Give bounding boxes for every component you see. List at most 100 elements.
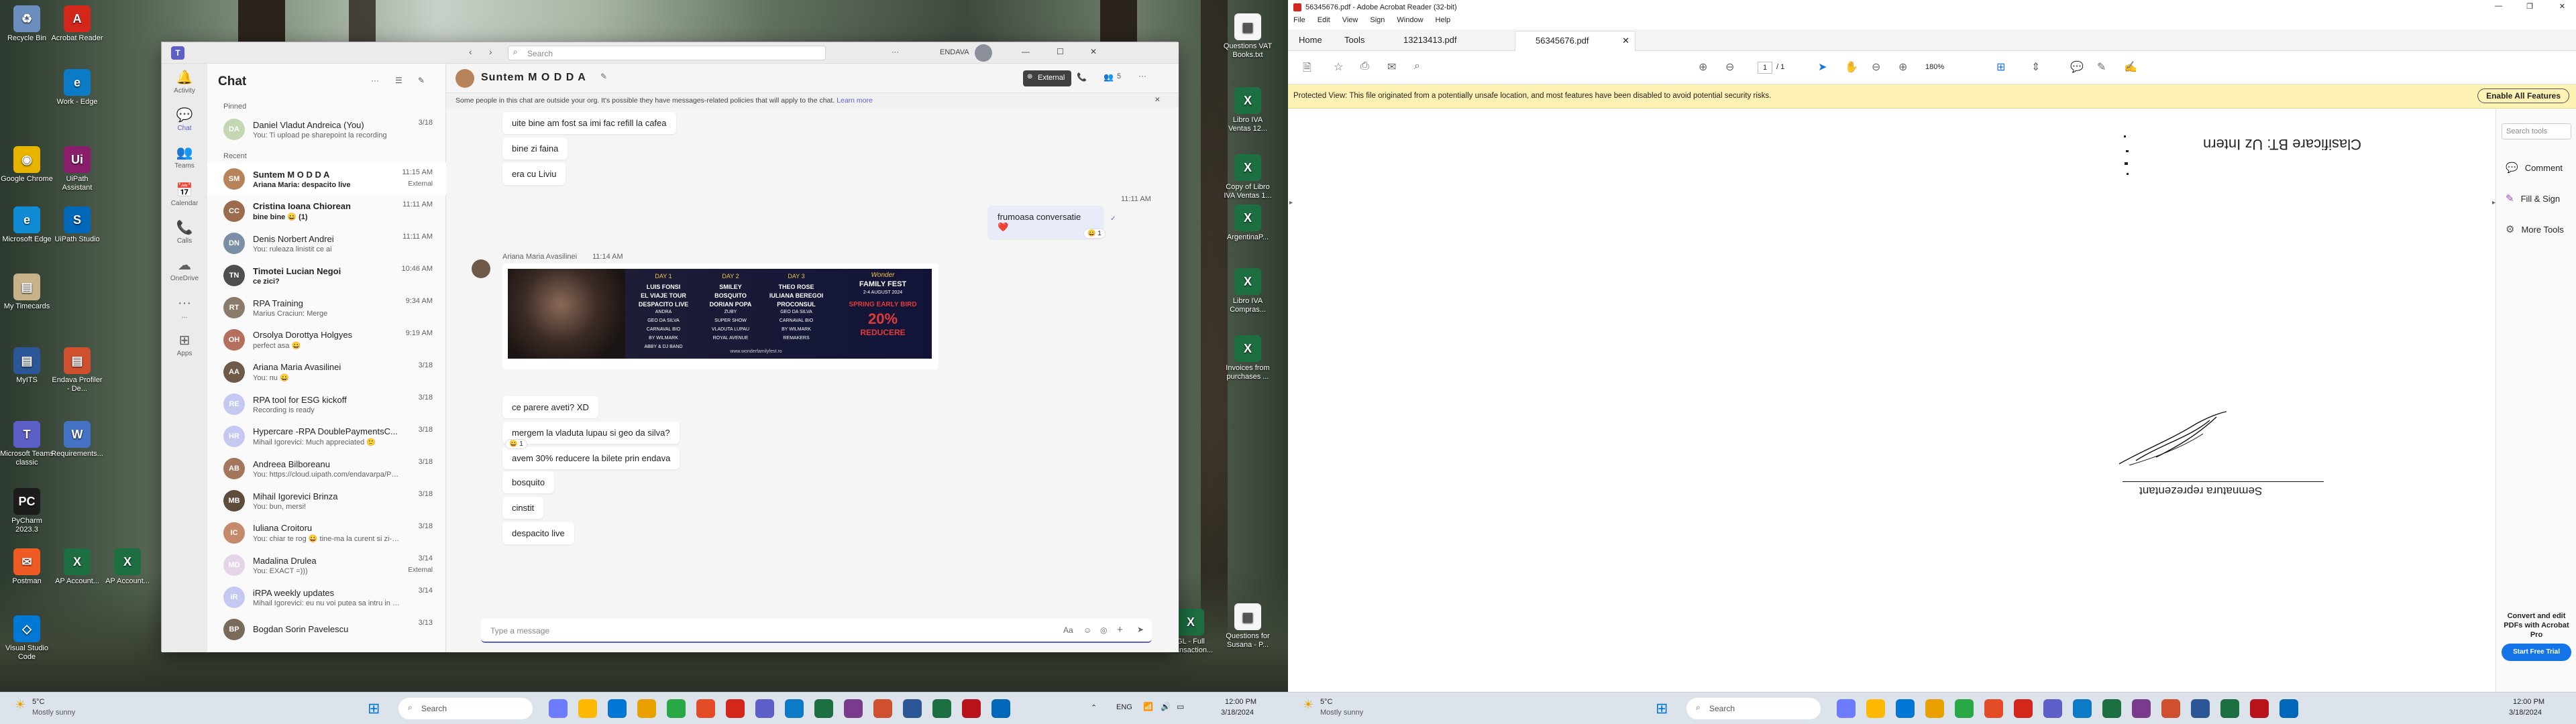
desktop-icon[interactable]: e Microsoft Edge bbox=[0, 206, 54, 244]
page-down-icon[interactable]: ⊖ bbox=[1725, 60, 1734, 74]
taskbar-search[interactable]: Search bbox=[398, 698, 533, 719]
chat-list-item[interactable]: SM Suntem M O D D A Ariana Maria: despacit… bbox=[207, 163, 446, 195]
filter-icon[interactable]: ☰ bbox=[395, 76, 402, 85]
edge-icon[interactable] bbox=[1896, 699, 1915, 718]
tab-document-2[interactable]: 56345676.pdf ✕ bbox=[1515, 31, 1635, 51]
recent-section-label[interactable]: Recent bbox=[223, 152, 247, 160]
close-icon[interactable]: ✕ bbox=[2559, 2, 2565, 11]
weather-desc[interactable]: Mostly sunny bbox=[1320, 709, 1363, 717]
menu-sign[interactable]: Sign bbox=[1370, 16, 1385, 24]
print-icon[interactable]: ⎙ bbox=[1360, 60, 1369, 72]
sign-icon[interactable]: ✍ bbox=[2124, 60, 2137, 74]
file-explorer-icon[interactable] bbox=[578, 699, 597, 718]
scroll-icon[interactable]: ⇕ bbox=[2031, 60, 2040, 74]
firefox-icon[interactable] bbox=[1984, 699, 2003, 718]
highlight-icon[interactable]: ✎ bbox=[2097, 60, 2106, 74]
tool-item[interactable]: ⚙ More Tools bbox=[2506, 221, 2573, 237]
hand-icon[interactable]: ✋ bbox=[1845, 60, 1858, 74]
widgets-icon[interactable] bbox=[1837, 699, 1856, 718]
desktop-icon[interactable]: S UiPath Studio bbox=[50, 206, 104, 244]
edit-name-icon[interactable]: ✎ bbox=[600, 72, 607, 81]
desktop-icon[interactable]: W Requirements... bbox=[50, 421, 104, 459]
start-icon[interactable]: ⊞ bbox=[368, 700, 384, 717]
tool-item[interactable]: ✎ Fill & Sign bbox=[2506, 190, 2573, 206]
desktop-icon[interactable]: X ArgentinaP... bbox=[1221, 204, 1275, 242]
excel-icon[interactable] bbox=[2102, 699, 2121, 718]
forward-icon[interactable]: › bbox=[489, 46, 492, 57]
message-bubble[interactable]: bine zi faina bbox=[502, 137, 568, 160]
star-icon[interactable]: ☆ bbox=[1334, 60, 1343, 74]
desktop-icon[interactable]: X Libro IVA Compras... bbox=[1221, 268, 1275, 314]
reaction-badge[interactable]: 😀 1 bbox=[1083, 229, 1106, 239]
menu-file[interactable]: File bbox=[1293, 16, 1305, 24]
zoom-level[interactable]: 180% bbox=[1925, 63, 1944, 71]
onenote-icon[interactable] bbox=[844, 699, 863, 718]
reaction-badge[interactable]: 😀 1 bbox=[505, 439, 527, 449]
menu-help[interactable]: Help bbox=[1436, 16, 1451, 24]
rail-apps[interactable]: ⊞ Apps bbox=[162, 326, 207, 364]
tab-document-1[interactable]: 13213413.pdf bbox=[1381, 31, 1515, 50]
menu-edit[interactable]: Edit bbox=[1318, 16, 1330, 24]
message-bubble[interactable]: era cu Liviu bbox=[502, 163, 566, 185]
people-icon[interactable]: 👥 bbox=[1104, 72, 1114, 82]
excel-icon[interactable] bbox=[2220, 699, 2239, 718]
firefox-icon[interactable] bbox=[696, 699, 715, 718]
learn-more-link[interactable]: Learn more bbox=[837, 97, 873, 105]
rail-calendar[interactable]: 📅 Calendar bbox=[162, 176, 207, 214]
start-free-trial-button[interactable]: Start Free Trial bbox=[2502, 644, 2571, 661]
call-icon[interactable]: 📞 bbox=[1077, 72, 1087, 82]
desktop-icon[interactable]: PC PyCharm 2023.3 bbox=[0, 488, 54, 534]
desktop-icon[interactable]: T Microsoft Teams classic bbox=[0, 421, 54, 467]
weather-temp[interactable]: 5°C bbox=[32, 698, 44, 706]
desktop-icon[interactable]: ◉ Google Chrome bbox=[0, 146, 54, 184]
excel-icon[interactable] bbox=[814, 699, 833, 718]
chat-list-item[interactable]: IC Iuliana Croitoru You: chiar te rog 😀 ti… bbox=[207, 517, 446, 549]
more-options-icon[interactable]: ··· bbox=[371, 76, 379, 85]
tab-close-icon[interactable]: ✕ bbox=[1622, 36, 1629, 46]
desktop-icon[interactable]: X AP Account... bbox=[50, 548, 104, 586]
desktop-icon[interactable]: A Acrobat Reader bbox=[50, 5, 104, 43]
image-message[interactable]: DAY 1 LUIS FONSI EL VIAJE TOUR DESPACITO LI… bbox=[502, 263, 938, 369]
acrobat-icon[interactable] bbox=[2014, 699, 2033, 718]
mail-icon[interactable]: ✉ bbox=[1387, 60, 1396, 74]
desktop-icon[interactable]: X Libro IVA Ventas 12... bbox=[1221, 87, 1275, 133]
cursor-icon[interactable]: ➤ bbox=[1818, 60, 1827, 74]
chat-list-item[interactable]: MD Madalina Drulea You: EXACT =))) 3/14 Exte… bbox=[207, 549, 446, 581]
folder-icon[interactable] bbox=[1925, 699, 1944, 718]
comment-tool-icon[interactable]: 💬 bbox=[2070, 60, 2084, 74]
rail-phone[interactable]: 📞 Calls bbox=[162, 214, 207, 251]
attach-icon[interactable]: + bbox=[1117, 624, 1123, 636]
save-icon[interactable]: 🗎 bbox=[1303, 60, 1311, 78]
chat-list-item[interactable]: AB Andreea Bilboreanu You: https://cloud.u… bbox=[207, 452, 446, 485]
chat-list-item[interactable]: CC Cristina Ioana Chiorean bine bine 😀 (1)… bbox=[207, 195, 446, 227]
rail-more[interactable]: ···... bbox=[162, 289, 207, 326]
restore-icon[interactable]: ❐ bbox=[2526, 2, 2533, 11]
compose-box[interactable]: Type a message bbox=[481, 619, 1152, 643]
rail-teams[interactable]: 👥 Teams bbox=[162, 139, 207, 176]
left-panel-toggle-icon[interactable]: ▸ bbox=[1289, 199, 1293, 206]
search-input[interactable]: Search bbox=[508, 46, 826, 60]
volume-icon[interactable]: 🔊 bbox=[1161, 702, 1171, 711]
desktop-icon[interactable]: ✉ Postman bbox=[0, 548, 54, 586]
rail-cloud[interactable]: ☁ OneDrive bbox=[162, 251, 207, 289]
word-icon[interactable] bbox=[903, 699, 922, 718]
uipath-icon[interactable] bbox=[991, 699, 1010, 718]
right-panel-toggle-icon[interactable]: ▸ bbox=[2492, 199, 2496, 206]
outlook-icon[interactable] bbox=[785, 699, 804, 718]
minimize-icon[interactable]: — bbox=[2495, 2, 2502, 10]
chat-list-item[interactable]: RE RPA tool for ESG kickoff Recording is r… bbox=[207, 388, 446, 420]
desktop-icon[interactable]: ▤ Questions VAT Books.txt bbox=[1221, 13, 1275, 60]
clock-time[interactable]: 12:00 PM bbox=[2513, 698, 2544, 706]
file-explorer-icon[interactable] bbox=[1866, 699, 1885, 718]
back-icon[interactable]: ‹ bbox=[469, 46, 472, 57]
start-icon[interactable]: ⊞ bbox=[1656, 700, 1672, 717]
maximize-icon[interactable]: ☐ bbox=[1057, 47, 1064, 56]
chat-list-item[interactable]: BP Bogdan Sorin Pavelescu 3/13 bbox=[207, 613, 446, 646]
rail-bell[interactable]: 🔔 Activity bbox=[162, 64, 207, 101]
acrobat-icon[interactable] bbox=[726, 699, 745, 718]
uipath-icon[interactable] bbox=[2279, 699, 2298, 718]
emoji-icon[interactable]: ☺ bbox=[1083, 625, 1091, 635]
more-options-icon[interactable]: ··· bbox=[892, 48, 899, 56]
language-indicator[interactable]: ENG bbox=[1116, 703, 1132, 711]
zoom-in-icon[interactable]: ⊕ bbox=[1898, 60, 1907, 74]
